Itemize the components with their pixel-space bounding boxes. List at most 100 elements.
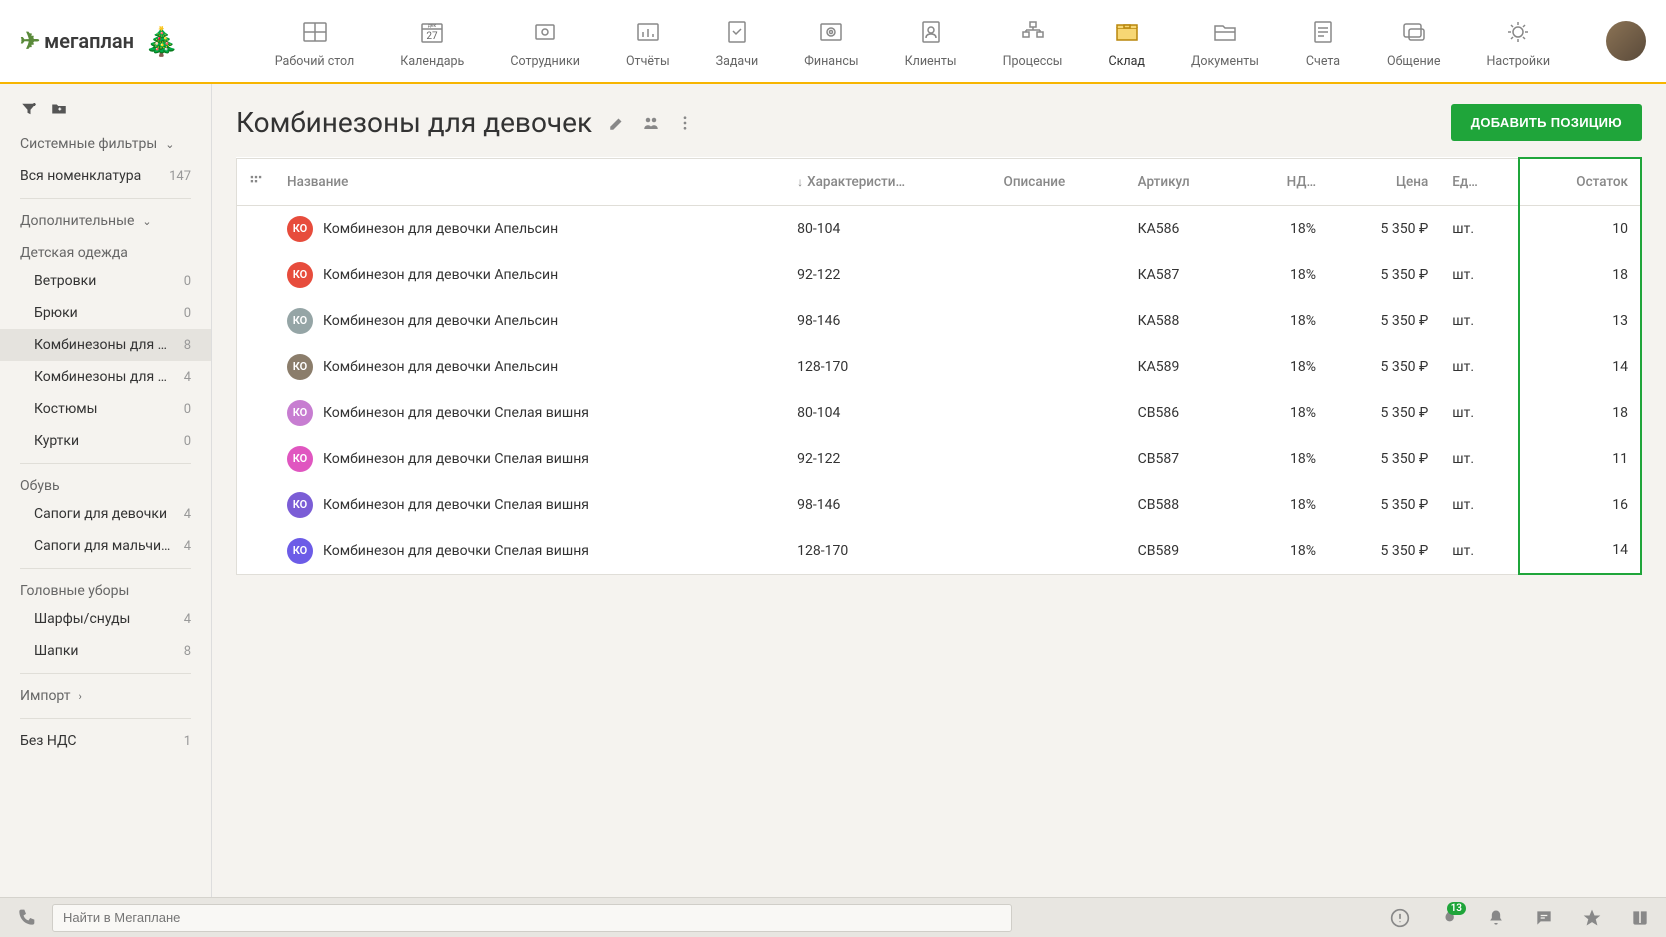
- col-sku[interactable]: Артикул: [1126, 158, 1245, 205]
- table-row[interactable]: КОКомбинезон для девочки Спелая вишня 92…: [237, 436, 1642, 482]
- sidebar-group-header[interactable]: Головные уборы: [0, 575, 211, 603]
- all-nomenclature-count: 147: [169, 169, 191, 184]
- edit-icon[interactable]: [608, 114, 626, 132]
- nav-item-1[interactable]: 27декКалендарь: [392, 10, 472, 73]
- nav-item-10[interactable]: Счета: [1297, 10, 1349, 73]
- nav-item-2[interactable]: Сотрудники: [502, 10, 588, 73]
- divider: [20, 718, 191, 719]
- cell-sku: СВ586: [1126, 390, 1245, 436]
- folder-add-icon[interactable]: [50, 100, 68, 118]
- nav-icon: [1500, 14, 1536, 50]
- table-row[interactable]: КОКомбинезон для девочки Апельсин 128-17…: [237, 344, 1642, 390]
- all-nomenclature[interactable]: Вся номенклатура 147: [0, 160, 211, 192]
- user-avatar[interactable]: [1606, 21, 1646, 61]
- col-vat[interactable]: НД…: [1245, 158, 1329, 205]
- nav-item-0[interactable]: Рабочий стол: [267, 10, 363, 73]
- sidebar-item[interactable]: Шарфы/снуды4: [0, 603, 211, 635]
- book-icon[interactable]: [1630, 908, 1650, 928]
- sidebar-item[interactable]: Сапоги для девочки4: [0, 498, 211, 530]
- nav-item-8[interactable]: Склад: [1101, 10, 1153, 73]
- table-row[interactable]: КОКомбинезон для девочки Апельсин 98-146…: [237, 298, 1642, 344]
- cell-sku: КА587: [1126, 252, 1245, 298]
- additional-filters-header[interactable]: Дополнительные ⌄: [0, 205, 211, 237]
- cell-vat: 18%: [1245, 205, 1329, 252]
- sidebar-item-count: 4: [184, 507, 191, 522]
- cell-char: 80-104: [785, 205, 991, 252]
- no-vat-count: 1: [184, 734, 191, 749]
- table-row[interactable]: КОКомбинезон для девочки Спелая вишня 98…: [237, 482, 1642, 528]
- cell-sku: КА589: [1126, 344, 1245, 390]
- chat-icon[interactable]: [1534, 908, 1554, 928]
- sidebar-item[interactable]: Куртки 0: [0, 425, 211, 457]
- sidebar-item[interactable]: Брюки0: [0, 297, 211, 329]
- system-filters-header[interactable]: Системные фильтры ⌄: [0, 128, 211, 160]
- divider: [20, 198, 191, 199]
- filter-add-icon[interactable]: [20, 100, 38, 118]
- cell-char: 98-146: [785, 482, 991, 528]
- sidebar-group-header[interactable]: Обувь: [0, 470, 211, 498]
- cell-vat: 18%: [1245, 344, 1329, 390]
- share-people-icon[interactable]: [642, 114, 660, 132]
- cell-unit: шт.: [1440, 205, 1519, 252]
- sidebar-item[interactable]: Костюмы0: [0, 393, 211, 425]
- nav-item-12[interactable]: Настройки: [1479, 10, 1559, 73]
- col-stock[interactable]: Остаток: [1519, 158, 1641, 205]
- fire-icon[interactable]: 13: [1438, 908, 1458, 928]
- phone-icon[interactable]: [16, 908, 36, 928]
- nav-item-5[interactable]: Финансы: [796, 10, 866, 73]
- logo[interactable]: ✈ мегаплан: [20, 27, 134, 55]
- col-unit[interactable]: Ед…: [1440, 158, 1519, 205]
- nav-label: Общение: [1387, 54, 1441, 69]
- table-row[interactable]: КОКомбинезон для девочки Апельсин 80-104…: [237, 205, 1642, 252]
- column-settings[interactable]: [237, 158, 276, 205]
- sidebar-item-count: 0: [184, 434, 191, 449]
- cell-price: 5 350 ₽: [1328, 482, 1440, 528]
- sidebar-item-count: 4: [184, 539, 191, 554]
- table-row[interactable]: КОКомбинезон для девочки Апельсин 92-122…: [237, 252, 1642, 298]
- sidebar-item-count: 4: [184, 612, 191, 627]
- nav-icon: [913, 14, 949, 50]
- col-char[interactable]: ↓Характеристи…: [785, 158, 991, 205]
- table-row[interactable]: КОКомбинезон для девочки Спелая вишня 12…: [237, 528, 1642, 575]
- cell-stock: 11: [1519, 436, 1641, 482]
- col-name[interactable]: Название: [275, 158, 785, 205]
- col-desc[interactable]: Описание: [992, 158, 1126, 205]
- sidebar-item-label: Костюмы: [34, 401, 98, 417]
- sidebar-item[interactable]: Комбинезоны для …8: [0, 329, 211, 361]
- nav-item-6[interactable]: Клиенты: [897, 10, 965, 73]
- cell-desc: [992, 436, 1126, 482]
- sidebar-item[interactable]: Шапки8: [0, 635, 211, 667]
- col-price[interactable]: Цена: [1328, 158, 1440, 205]
- no-vat-item[interactable]: Без НДС 1: [0, 725, 211, 757]
- search-input[interactable]: [52, 904, 1012, 932]
- divider: [20, 463, 191, 464]
- nav-item-4[interactable]: Задачи: [708, 10, 767, 73]
- cell-desc: [992, 252, 1126, 298]
- sidebar-item-label: Куртки: [34, 433, 79, 449]
- main-content: Комбинезоны для девочек ДОБАВИТЬ ПОЗИЦИЮ…: [212, 84, 1666, 897]
- bell-icon[interactable]: [1486, 908, 1506, 928]
- sidebar-group-header[interactable]: Детская одежда: [0, 237, 211, 265]
- sidebar-item[interactable]: Ветровки0: [0, 265, 211, 297]
- svg-text:27: 27: [427, 31, 439, 42]
- no-vat-label: Без НДС: [20, 733, 76, 749]
- product-avatar: КО: [287, 216, 313, 242]
- additional-label: Дополнительные: [20, 213, 134, 229]
- alert-circle-icon[interactable]: [1390, 908, 1410, 928]
- sidebar-item[interactable]: Комбинезоны для …4: [0, 361, 211, 393]
- star-icon[interactable]: [1582, 908, 1602, 928]
- more-vertical-icon[interactable]: [676, 114, 694, 132]
- cell-char: 92-122: [785, 252, 991, 298]
- nav-item-9[interactable]: Документы: [1183, 10, 1267, 73]
- import-header[interactable]: Импорт ›: [0, 680, 211, 712]
- product-avatar: КО: [287, 492, 313, 518]
- nav-item-11[interactable]: Общение: [1379, 10, 1449, 73]
- nav-item-7[interactable]: Процессы: [995, 10, 1071, 73]
- nav-item-3[interactable]: Отчёты: [618, 10, 678, 73]
- add-position-button[interactable]: ДОБАВИТЬ ПОЗИЦИЮ: [1451, 104, 1642, 141]
- product-avatar: КО: [287, 308, 313, 334]
- cell-desc: [992, 390, 1126, 436]
- sidebar-item[interactable]: Сапоги для мальчи…4: [0, 530, 211, 562]
- table-row[interactable]: КОКомбинезон для девочки Спелая вишня 80…: [237, 390, 1642, 436]
- cell-stock: 14: [1519, 528, 1641, 575]
